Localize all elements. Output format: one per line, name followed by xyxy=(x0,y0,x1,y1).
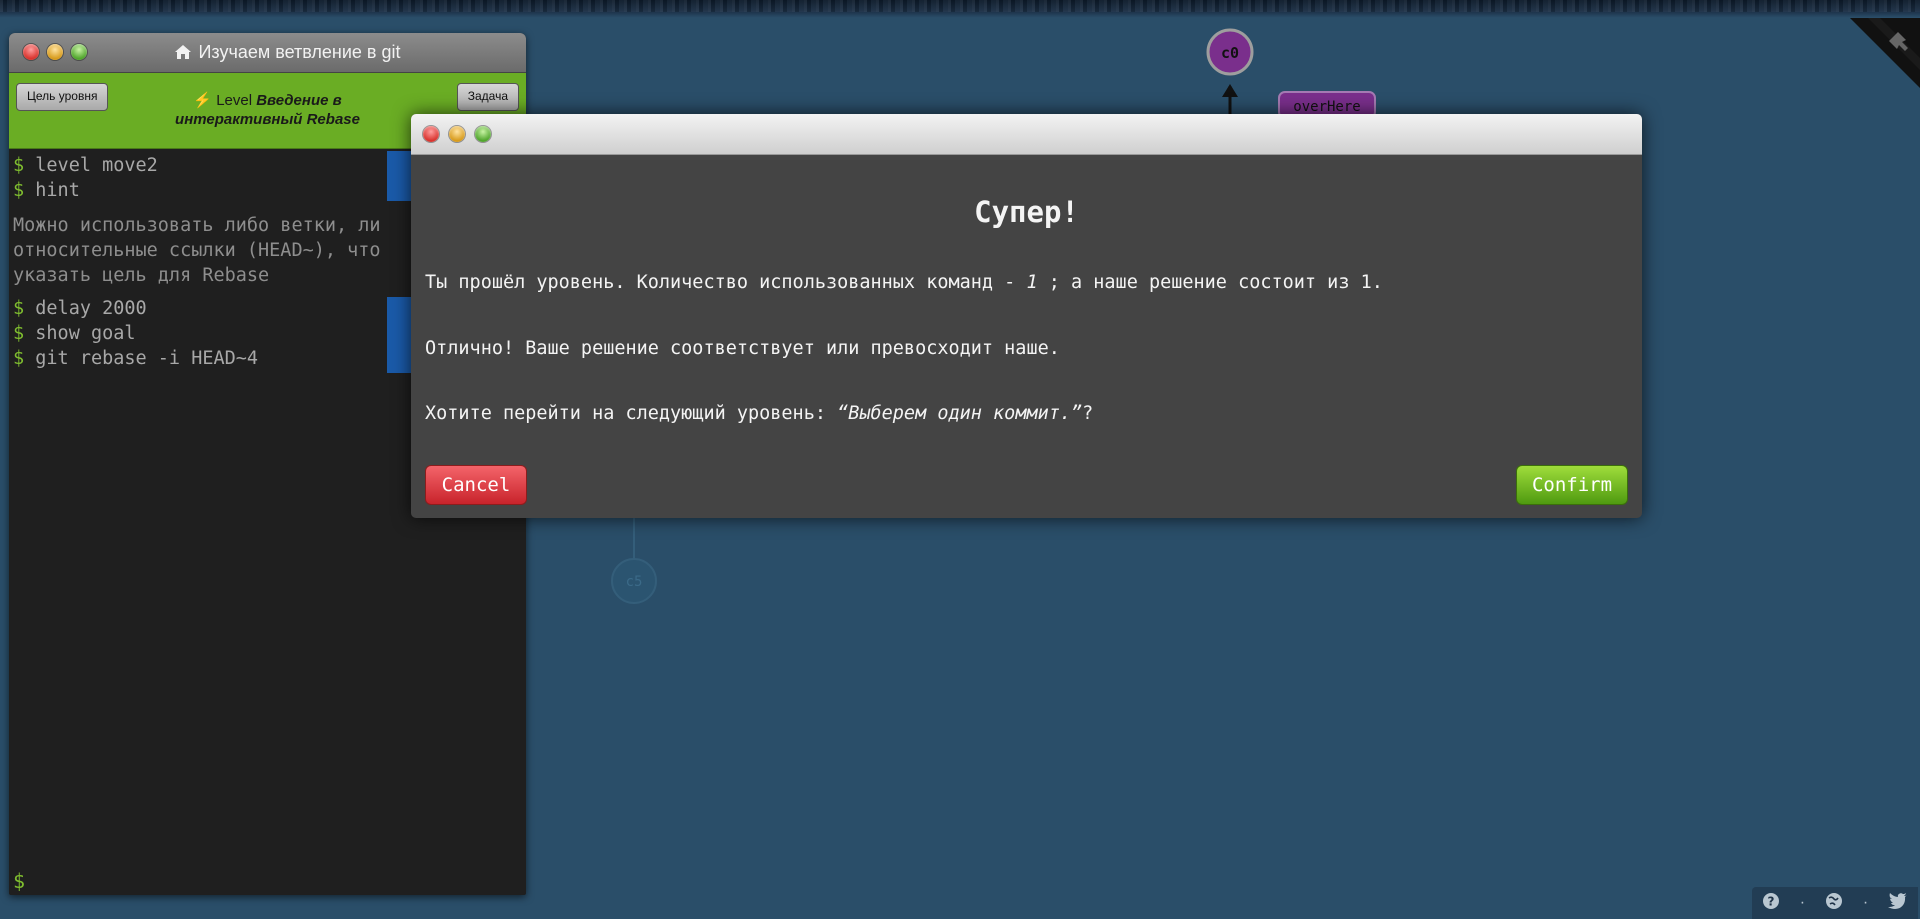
maximize-dot-icon[interactable] xyxy=(475,126,491,142)
dialog-titlebar xyxy=(411,114,1642,155)
objective-button[interactable]: Задача xyxy=(456,83,519,111)
close-dot-icon[interactable] xyxy=(423,126,439,142)
commit-c5[interactable]: c5 xyxy=(611,558,657,604)
level-goal-button[interactable]: Цель уровня xyxy=(16,83,109,111)
dialog-heading: Супер! xyxy=(974,195,1079,229)
home-icon[interactable] xyxy=(174,44,192,60)
commands-used: 1 xyxy=(1026,272,1038,293)
corner-ribbon-icon[interactable] xyxy=(1850,18,1920,88)
terminal-title: Изучаем ветвление в git xyxy=(198,42,401,62)
commit-c5-label: c5 xyxy=(626,574,643,590)
level-name-line1: Введение в xyxy=(256,92,342,109)
minimize-dot-icon[interactable] xyxy=(449,126,465,142)
result-text: Ты прошёл уровень. Количество использова… xyxy=(425,272,1383,293)
level-complete-dialog: Супер! Ты прошёл уровень. Количество исп… xyxy=(411,114,1642,518)
help-icon[interactable]: ? xyxy=(1762,892,1780,915)
lightning-icon: ⚡ xyxy=(193,92,213,109)
globe-icon[interactable] xyxy=(1825,892,1843,915)
footer-toolbar: ? · · xyxy=(1752,887,1918,919)
praise-text: Отлично! Ваше решение соответствует или … xyxy=(425,338,1060,359)
footer-separator: · xyxy=(1799,894,1806,911)
next-level-prompt: Хотите перейти на следующий уровень: “Вы… xyxy=(425,403,1094,424)
branch-overhere-label: overHere xyxy=(1293,99,1360,115)
svg-text:?: ? xyxy=(1767,894,1774,908)
twitter-icon[interactable] xyxy=(1888,892,1908,914)
commit-c0-label: c0 xyxy=(1221,44,1239,62)
command-input-prompt[interactable]: $ xyxy=(13,869,25,893)
hint-output: Можно использовать либо ветки, ли относи… xyxy=(13,215,381,286)
footer-separator: · xyxy=(1862,894,1869,911)
commit-c0[interactable]: c0 xyxy=(1206,28,1254,76)
confirm-button[interactable]: Confirm xyxy=(1516,465,1628,505)
dialog-body: Супер! Ты прошёл уровень. Количество исп… xyxy=(411,195,1642,424)
level-name-line2: интерактивный Rebase xyxy=(175,111,360,128)
level-info: ⚡ Level Введение в интерактивный Rebase xyxy=(129,91,406,129)
cancel-button[interactable]: Cancel xyxy=(425,465,527,505)
next-level-name: “Выберем один коммит.” xyxy=(837,403,1083,424)
level-prefix: Level xyxy=(216,92,253,109)
terminal-titlebar: Изучаем ветвление в git xyxy=(9,33,526,73)
background-scene-strip xyxy=(0,0,1920,18)
